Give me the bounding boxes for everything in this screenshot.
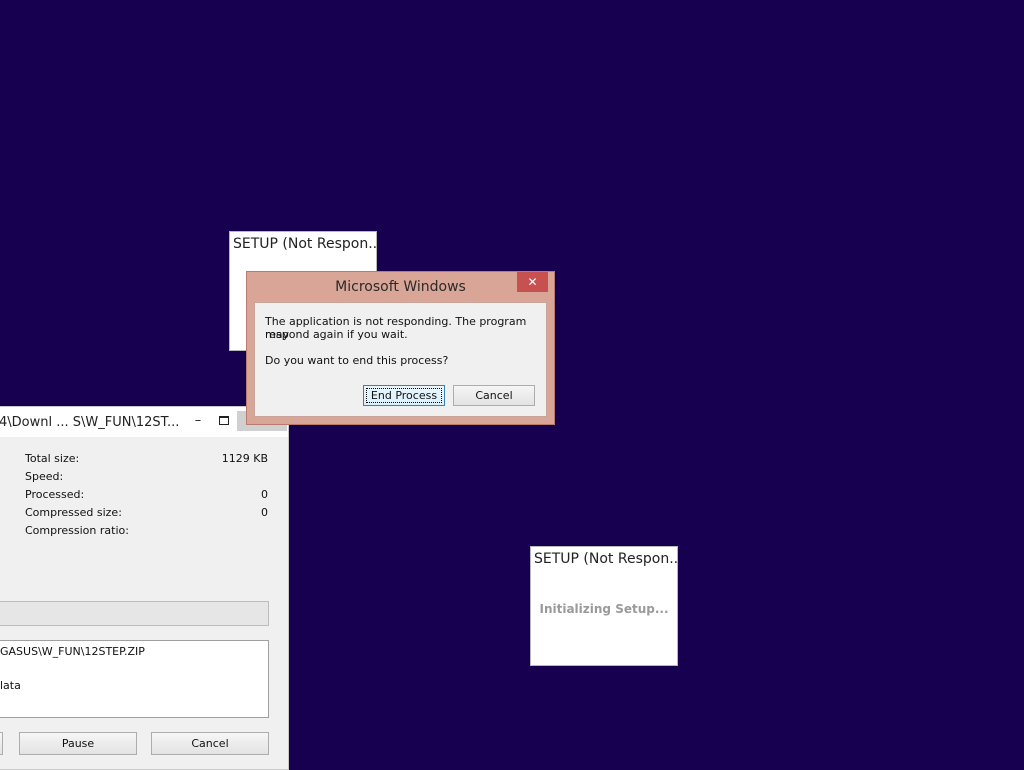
hidden-button-left[interactable] bbox=[0, 732, 3, 755]
cancel-extraction-button-label: Cancel bbox=[191, 737, 229, 750]
setup-window-bottom-title: SETUP (Not Respon... bbox=[534, 551, 677, 567]
close-icon[interactable]: ✕ bbox=[517, 272, 548, 292]
dialog-cancel-button-label: Cancel bbox=[475, 389, 513, 402]
stat-total-size-value: 1129 KB bbox=[221, 452, 268, 465]
extraction-progress-window[interactable]: 4\Downl ... S\W_FUN\12ST... – Total size… bbox=[0, 406, 289, 770]
pause-button-label: Pause bbox=[61, 737, 95, 750]
minimize-icon[interactable]: – bbox=[186, 411, 210, 431]
maximize-icon[interactable] bbox=[212, 411, 236, 431]
dialog-cancel-button[interactable]: Cancel bbox=[453, 385, 535, 406]
dialog-message-line2: respond again if you wait. bbox=[265, 328, 408, 341]
stat-compressed-size-label: Compressed size: bbox=[25, 506, 122, 519]
setup-window-bottom[interactable]: SETUP (Not Respon... Initializing Setup.… bbox=[530, 546, 678, 666]
stat-processed-label: Processed: bbox=[25, 488, 85, 501]
extraction-window-titlebar[interactable]: 4\Downl ... S\W_FUN\12ST... – bbox=[0, 407, 288, 437]
log-line: lata bbox=[0, 679, 21, 692]
stat-compression-ratio-label: Compression ratio: bbox=[25, 524, 129, 537]
pause-button[interactable]: Pause bbox=[19, 732, 137, 755]
end-process-button[interactable]: End Process bbox=[363, 385, 445, 406]
stat-compressed-size-value: 0 bbox=[261, 506, 268, 519]
dialog-body: The application is not responding. The p… bbox=[254, 302, 547, 417]
log-line: GASUS\W_FUN\12STEP.ZIP bbox=[0, 645, 145, 658]
stat-processed-value: 0 bbox=[261, 488, 268, 501]
extraction-window-title: 4\Downl ... S\W_FUN\12ST... bbox=[0, 415, 180, 430]
dialog-title: Microsoft Windows bbox=[335, 279, 466, 295]
cancel-extraction-button[interactable]: Cancel bbox=[151, 732, 269, 755]
progress-bar bbox=[0, 601, 269, 626]
file-log-box[interactable]: GASUS\W_FUN\12STEP.ZIP lata bbox=[0, 640, 269, 718]
end-process-button-label: End Process bbox=[370, 389, 438, 402]
not-responding-dialog[interactable]: Microsoft Windows ✕ The application is n… bbox=[246, 271, 555, 425]
setup-window-top-title: SETUP (Not Respon... bbox=[233, 236, 376, 252]
stat-total-size-label: Total size: bbox=[25, 452, 80, 465]
stat-speed-label: Speed: bbox=[25, 470, 64, 483]
setup-initializing-message: Initializing Setup... bbox=[539, 602, 669, 616]
dialog-question: Do you want to end this process? bbox=[265, 354, 449, 367]
